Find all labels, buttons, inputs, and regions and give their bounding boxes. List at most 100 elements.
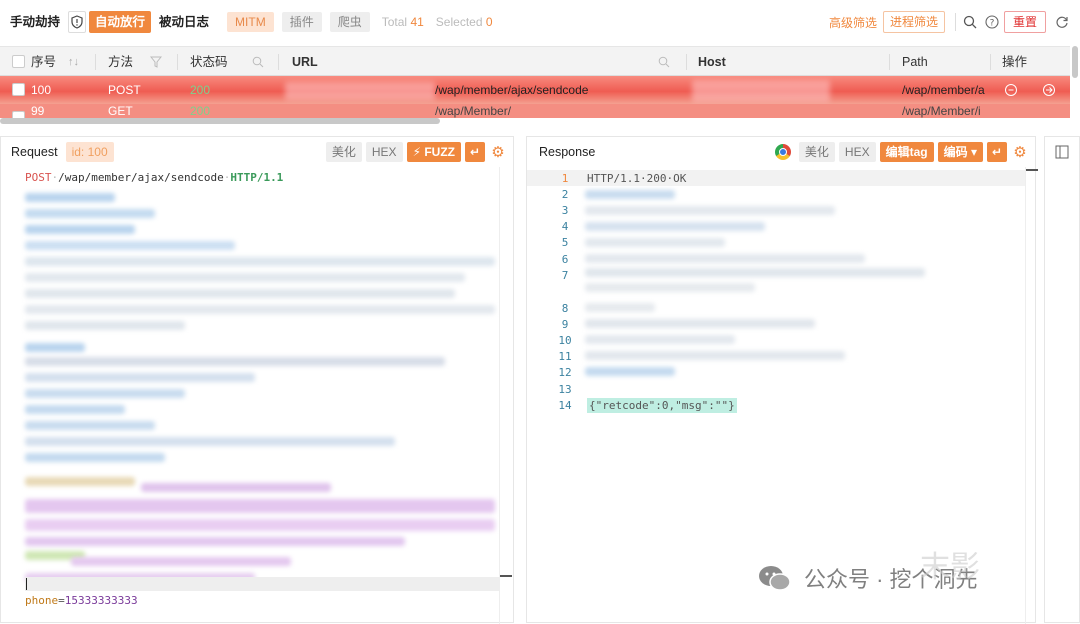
col-action: 操作 bbox=[1002, 55, 1028, 69]
scroll-thumb[interactable] bbox=[500, 575, 512, 577]
request-id-badge: id: 100 bbox=[65, 142, 114, 162]
divider bbox=[499, 167, 500, 624]
line-number: 10 bbox=[558, 334, 572, 347]
response-header: Response 美化 HEX 编辑tag 编码 ▾ ↵ ⚙ bbox=[527, 137, 1035, 167]
wrap-icon[interactable]: ↵ bbox=[987, 142, 1007, 162]
col-method[interactable]: 方法 bbox=[108, 47, 133, 77]
col-status[interactable]: 状态码 bbox=[190, 47, 228, 77]
plugins-button[interactable]: 插件 bbox=[281, 12, 322, 32]
hex-button[interactable]: HEX bbox=[365, 142, 403, 162]
beautify-button[interactable]: 美化 bbox=[798, 142, 835, 162]
reset-button[interactable]: 重置 bbox=[1003, 11, 1046, 33]
horizontal-scrollbar[interactable] bbox=[0, 118, 440, 124]
row-status: 200 bbox=[190, 104, 211, 118]
row-url: /wap/member/ajax/sendcode bbox=[435, 83, 589, 97]
redacted-host bbox=[692, 80, 830, 102]
divider bbox=[686, 54, 687, 70]
wechat-icon bbox=[759, 566, 791, 591]
line-number: 8 bbox=[561, 302, 569, 315]
wrap-icon[interactable]: ↵ bbox=[465, 142, 485, 162]
line-number: 9 bbox=[561, 318, 569, 331]
manual-hijack-tab[interactable]: 手动劫持 bbox=[4, 11, 66, 33]
table-header: 序号 ↑↓ 方法 状态码 URL Host Path 操作 bbox=[0, 46, 1070, 76]
scroll-thumb[interactable] bbox=[1026, 169, 1038, 171]
row-checkbox[interactable] bbox=[12, 111, 25, 118]
divider bbox=[177, 54, 178, 70]
search-icon[interactable] bbox=[658, 47, 670, 77]
divider bbox=[1025, 167, 1026, 624]
row-path: /wap/Member/i bbox=[902, 104, 981, 118]
sort-icon[interactable]: ↑↓ bbox=[68, 47, 79, 77]
col-url[interactable]: URL bbox=[292, 47, 318, 77]
line-number: 7 bbox=[561, 269, 569, 282]
row-method: POST bbox=[108, 83, 141, 97]
fuzz-button[interactable]: ⚡ FUZZ bbox=[406, 142, 461, 162]
chrome-icon[interactable] bbox=[774, 144, 791, 160]
table-row[interactable]: 100 POST 200 /wap/member/ajax/sendcode /… bbox=[0, 76, 1070, 104]
row-url: /wap/Member/ bbox=[435, 104, 512, 118]
advanced-filter-link[interactable]: 高级筛选 bbox=[829, 14, 877, 31]
request-panel: Request id: 100 美化 HEX ⚡ FUZZ ↵ ⚙ POST·/… bbox=[0, 136, 514, 624]
search-icon[interactable] bbox=[252, 47, 264, 77]
search-icon[interactable] bbox=[960, 11, 980, 33]
arrow-right-icon[interactable] bbox=[1042, 76, 1056, 104]
redacted-url-host bbox=[285, 82, 435, 100]
table-row[interactable]: 99 GET 200 /wap/Member/ /wap/Member/i bbox=[0, 104, 1070, 118]
row-index: 100 bbox=[31, 83, 52, 97]
auto-release-tab[interactable]: 自动放行 bbox=[89, 11, 152, 33]
process-filter-button[interactable]: 进程筛选 bbox=[882, 11, 945, 33]
top-toolbar: 手动劫持 自动放行 被动日志 MITM 插件 爬虫 Total 41 Selec… bbox=[0, 0, 1080, 44]
selected-count: Selected 0 bbox=[435, 15, 493, 29]
shield-icon[interactable] bbox=[68, 11, 87, 33]
filter-icon[interactable] bbox=[149, 47, 163, 77]
vertical-scrollbar[interactable] bbox=[1072, 46, 1078, 78]
request-body: phone=15333333333 bbox=[25, 594, 138, 607]
side-panel bbox=[1044, 136, 1080, 623]
total-count: Total 41 bbox=[381, 15, 424, 29]
divider bbox=[990, 54, 991, 70]
col-index[interactable]: 序号 bbox=[31, 47, 56, 77]
gear-icon[interactable]: ⚙ bbox=[1011, 143, 1029, 161]
divider bbox=[278, 54, 279, 70]
line-number: 2 bbox=[561, 188, 569, 201]
crawler-button[interactable]: 爬虫 bbox=[329, 12, 370, 32]
request-first-line: POST·/wap/member/ajax/sendcode·HTTP/1.1 bbox=[25, 171, 284, 184]
cursor-line bbox=[25, 577, 499, 591]
gear-icon[interactable]: ⚙ bbox=[489, 143, 507, 161]
line-number: 14 bbox=[558, 399, 572, 412]
row-status: 200 bbox=[190, 83, 211, 97]
divider bbox=[889, 54, 890, 70]
row-checkbox[interactable] bbox=[12, 83, 25, 96]
line-number: 5 bbox=[561, 236, 569, 249]
hex-button[interactable]: HEX bbox=[838, 142, 876, 162]
request-header: Request id: 100 美化 HEX ⚡ FUZZ ↵ ⚙ bbox=[1, 137, 513, 167]
select-all-checkbox[interactable] bbox=[12, 55, 25, 68]
help-icon[interactable]: ? bbox=[982, 11, 1002, 33]
svg-text:?: ? bbox=[990, 19, 995, 29]
chevron-down-icon: ▾ bbox=[970, 145, 977, 159]
edit-tag-button[interactable]: 编辑tag bbox=[879, 142, 934, 162]
action-icon[interactable] bbox=[1004, 76, 1018, 104]
row-method: GET bbox=[108, 104, 133, 118]
col-host[interactable]: Host bbox=[698, 47, 726, 77]
line-number: 12 bbox=[558, 366, 572, 379]
mitm-button[interactable]: MITM bbox=[227, 12, 274, 32]
request-tools: 美化 HEX ⚡ FUZZ ↵ ⚙ bbox=[322, 141, 507, 163]
encode-dropdown[interactable]: 编码 ▾ bbox=[937, 142, 983, 162]
col-path[interactable]: Path bbox=[902, 47, 928, 77]
text-cursor bbox=[26, 578, 27, 590]
watermark-brand: 末影 bbox=[920, 551, 980, 584]
toolbar-right: 高级筛选 进程筛选 ? 重置 bbox=[829, 0, 1080, 44]
response-title: Response bbox=[539, 145, 596, 159]
sidebar-toggle-icon[interactable] bbox=[1055, 145, 1069, 162]
line-number: 11 bbox=[558, 350, 572, 363]
line-number: 1 bbox=[561, 172, 569, 185]
passive-log-tab[interactable]: 被动日志 bbox=[153, 11, 215, 33]
row-index: 99 bbox=[31, 104, 45, 118]
line-number: 13 bbox=[558, 383, 572, 396]
beautify-button[interactable]: 美化 bbox=[325, 142, 362, 162]
line-number: 4 bbox=[561, 220, 569, 233]
refresh-icon[interactable] bbox=[1052, 11, 1072, 33]
response-tools: 美化 HEX 编辑tag 编码 ▾ ↵ ⚙ bbox=[774, 141, 1029, 163]
divider bbox=[95, 54, 96, 70]
